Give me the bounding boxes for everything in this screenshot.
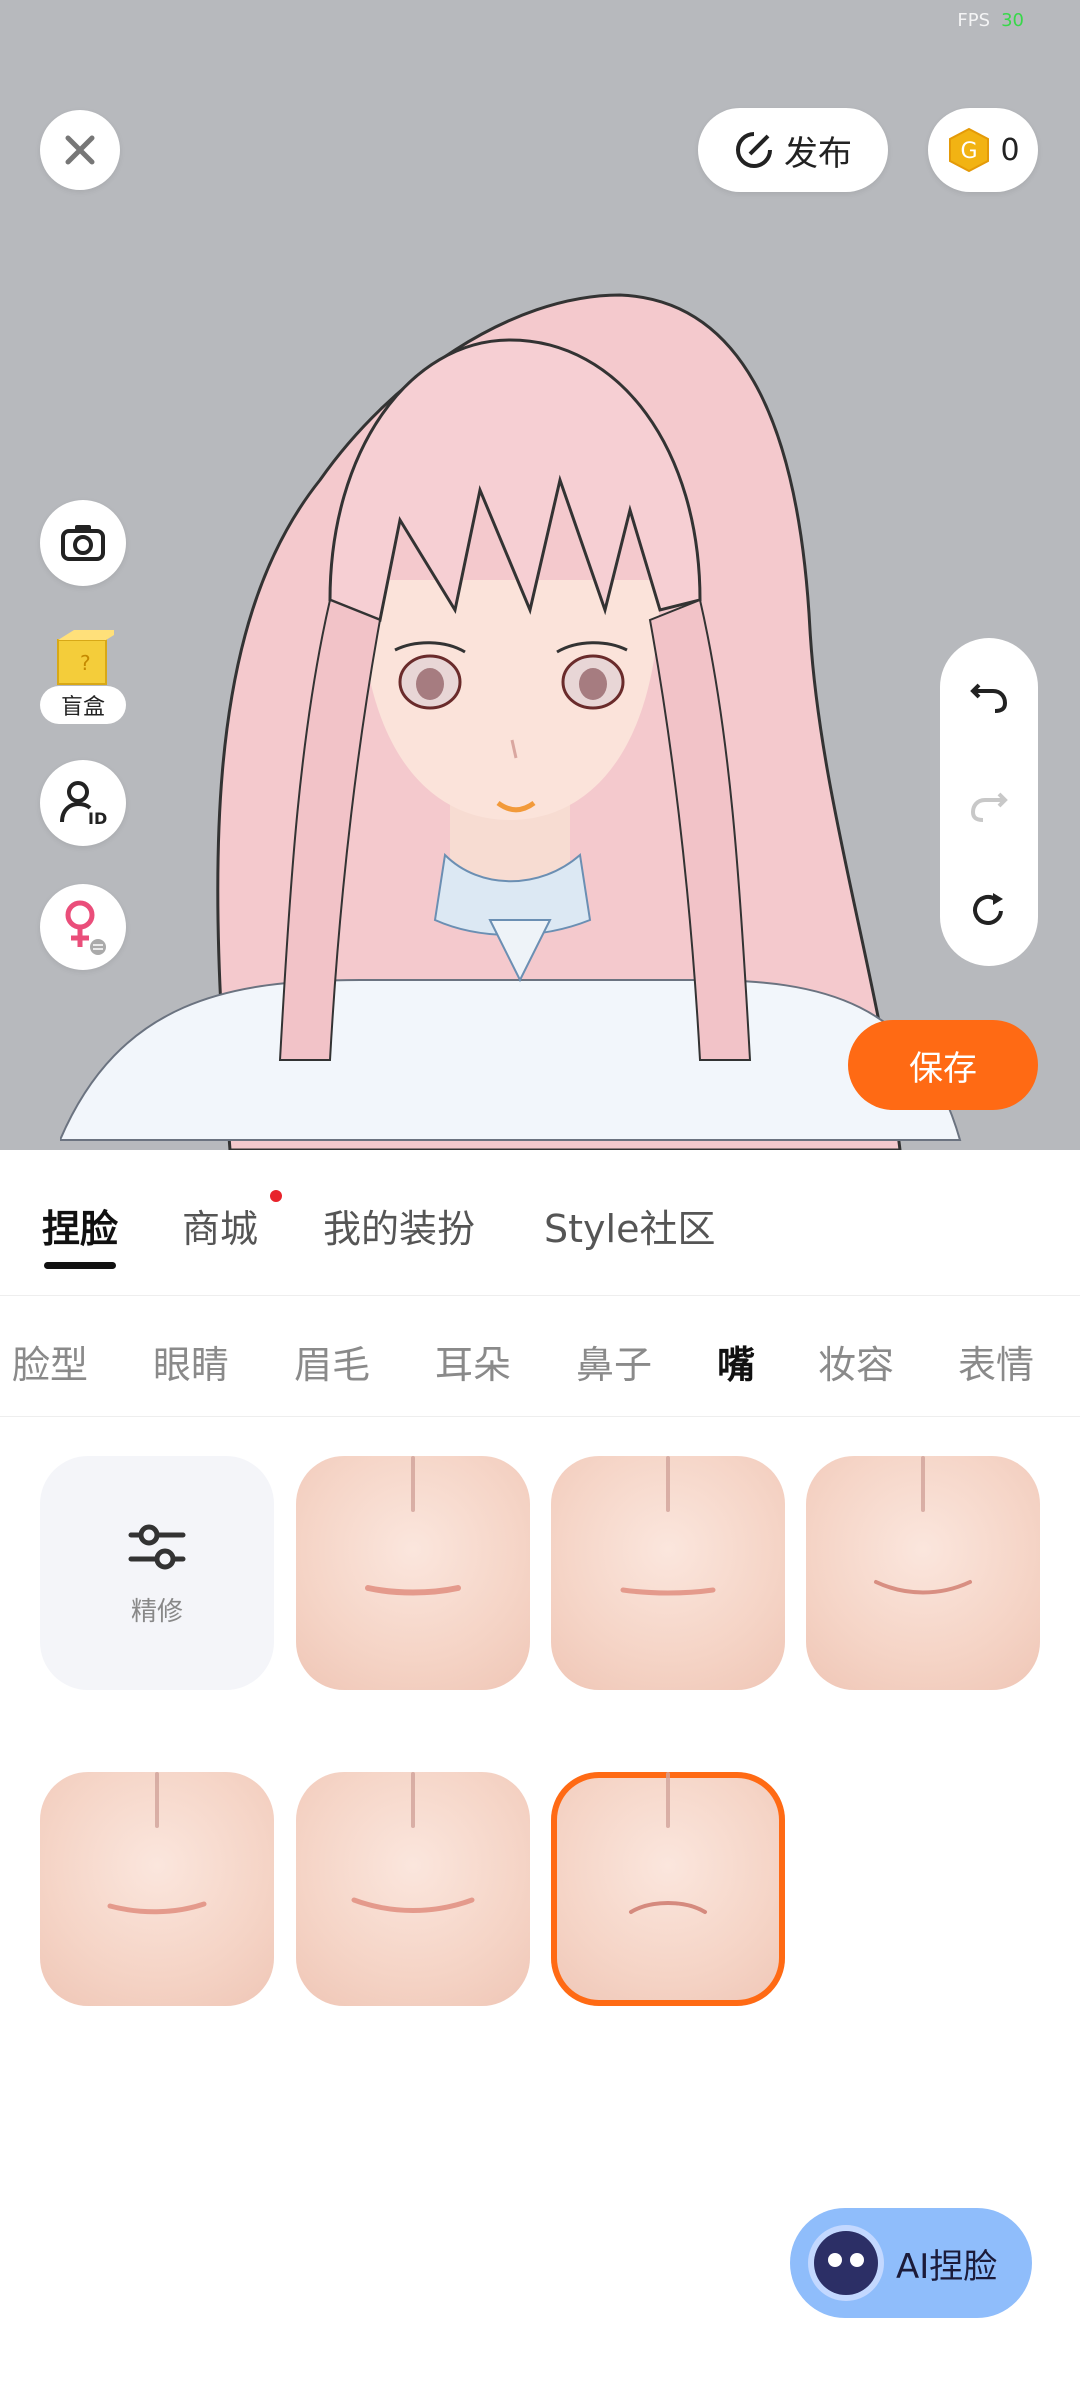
fps-label: FPS — [957, 10, 990, 31]
tab-style-community[interactable]: Style社区 — [544, 1198, 715, 1253]
user-id-icon: ID — [60, 781, 107, 828]
svg-text:?: ? — [80, 651, 91, 675]
undo-icon[interactable] — [967, 671, 1011, 715]
history-controls — [940, 638, 1038, 966]
refine-label: 精修 — [130, 1596, 183, 1627]
subtab-eyes[interactable]: 眼睛 — [153, 1334, 229, 1389]
tab-shop[interactable]: 商城 — [182, 1198, 258, 1253]
avatar-character[interactable] — [60, 280, 1020, 1150]
svg-text:ID: ID — [88, 809, 107, 828]
subtab-nose[interactable]: 鼻子 — [576, 1334, 652, 1389]
mouth-option-4[interactable] — [40, 1772, 274, 2006]
main-tab-bar: 捏脸 商城 我的装扮 Style社区 — [0, 1150, 1080, 1296]
mouth-option-1[interactable] — [296, 1456, 530, 1690]
svg-text:G: G — [961, 139, 978, 164]
avatar-viewport[interactable]: FPS 30 发布 G 0 ? 盲盒 ID 保存 — [0, 0, 1080, 1150]
publish-label: 发布 — [784, 133, 852, 174]
close-button[interactable] — [40, 110, 120, 190]
philtrum-mark — [411, 1772, 415, 1828]
avatar-id-button[interactable]: ID — [40, 760, 126, 846]
coin-balance[interactable]: G 0 — [928, 108, 1038, 192]
close-icon — [65, 135, 95, 165]
fps-value: 30 — [1001, 10, 1024, 31]
subtab-makeup[interactable]: 妆容 — [818, 1334, 894, 1389]
publish-button[interactable]: 发布 — [698, 108, 888, 192]
ai-face-button[interactable]: AI捏脸 — [790, 2208, 1032, 2318]
philtrum-mark — [666, 1772, 670, 1828]
active-tab-indicator — [44, 1262, 116, 1269]
philtrum-mark — [155, 1772, 159, 1828]
philtrum-mark — [921, 1456, 925, 1512]
coin-count: 0 — [1000, 132, 1020, 168]
save-button[interactable]: 保存 — [848, 1020, 1038, 1110]
camera-icon — [61, 525, 105, 561]
subtab-mouth[interactable]: 嘴 — [717, 1334, 755, 1389]
subtab-eyebrows[interactable]: 眉毛 — [294, 1334, 370, 1389]
gender-switch-button[interactable] — [40, 884, 126, 970]
shop-notification-dot — [270, 1190, 282, 1202]
sliders-icon — [128, 1524, 186, 1569]
blind-box-icon[interactable]: ? — [50, 626, 114, 688]
coin-icon: G — [949, 127, 990, 173]
tab-face[interactable]: 捏脸 — [42, 1198, 118, 1253]
tab-my-outfit[interactable]: 我的装扮 — [323, 1198, 475, 1253]
ai-robot-icon — [814, 2231, 878, 2295]
mouth-option-2[interactable] — [551, 1456, 785, 1690]
blind-box-label[interactable]: 盲盒 — [40, 686, 126, 724]
ai-face-label: AI捏脸 — [896, 2246, 998, 2287]
subtab-ears[interactable]: 耳朵 — [435, 1334, 511, 1389]
redo-icon[interactable] — [967, 780, 1011, 824]
philtrum-mark — [411, 1456, 415, 1512]
subtab-face-shape[interactable]: 脸型 — [12, 1334, 88, 1389]
mouth-option-6-selected[interactable] — [551, 1772, 785, 2006]
philtrum-mark — [666, 1456, 670, 1512]
subtab-expression[interactable]: 表情 — [958, 1334, 1034, 1389]
reset-icon[interactable] — [967, 889, 1011, 933]
mouth-option-5[interactable] — [296, 1772, 530, 2006]
category-tab-bar: 脸型 眼睛 眉毛 耳朵 鼻子 嘴 妆容 表情 — [0, 1296, 1080, 1417]
female-icon — [65, 900, 106, 955]
camera-button[interactable] — [40, 500, 126, 586]
mouth-option-3[interactable] — [806, 1456, 1040, 1690]
publish-icon — [736, 132, 772, 168]
refine-button[interactable]: 精修 — [40, 1456, 274, 1690]
